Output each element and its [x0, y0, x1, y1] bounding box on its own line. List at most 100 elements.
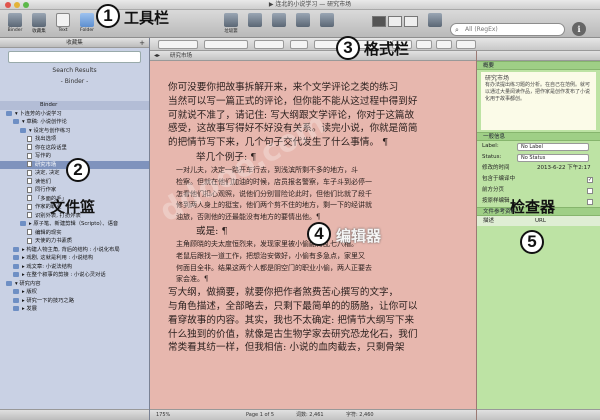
synopsis-section-title[interactable]: 概要 [477, 61, 600, 70]
editor-paragraph-line[interactable]: 老鼠后跟找一道工作，把想治安做好，小偷有多急点，家里又 [168, 251, 470, 263]
editor-paragraph-line[interactable]: 何面目全非。结果这两个人都是阴空门的职业小偷，两人正要去 [168, 263, 470, 275]
document-icon [27, 144, 32, 150]
editor-paragraph-line[interactable]: 检察。但就在他们加油的时候，店员报名警察，车子斗到必停一 [168, 177, 470, 189]
editor-paragraph-line[interactable]: 常类看其纺一样，但我相信: 小说的血肉截去，只剩骨架 [168, 341, 470, 355]
tree-item-label: ▸ 版权 [22, 289, 37, 295]
view-mode-outline[interactable] [404, 16, 418, 27]
text-color-button[interactable] [416, 40, 432, 49]
document-icon [27, 203, 32, 210]
binder-label[interactable]: - Binder - [0, 76, 149, 87]
view-mode-corkboard[interactable] [388, 16, 402, 27]
binder-root-header[interactable]: Binder [0, 101, 149, 110]
compile-as-is-checkbox[interactable] [587, 199, 593, 205]
list-style-button[interactable] [456, 40, 476, 49]
page-break-before-checkbox[interactable] [587, 188, 593, 194]
keywords-button[interactable] [268, 13, 290, 37]
full-screen-button[interactable] [316, 13, 338, 37]
folder-icon [6, 280, 12, 286]
editor-paragraph-line[interactable]: 与角色描述，全部略去，只剩下最简单的的肠胳，让你可以 [168, 300, 470, 314]
editor-paragraph-line[interactable]: 修到两人身上的挺宝，他们两个剪不住的地方，剩一下的经讲就 [168, 200, 470, 212]
binder-tree-item[interactable]: ▾ 卜连芳的小说学习 [0, 110, 149, 119]
binder-tree-item[interactable]: ▾ 草稿: 小说创作论 [0, 118, 149, 127]
zoom-select[interactable]: 175% [156, 410, 170, 420]
tree-item-label: ▸ 戏文章: 小说法结构 [22, 263, 73, 270]
view-mode-scrivenings[interactable] [372, 16, 386, 27]
editor-text[interactable]: 你可没要你把故事拆解开来，来个文学评论之类的练习 当然可以写一篇正式的评论，但你能… [168, 81, 470, 355]
new-text-button[interactable]: Text [52, 13, 74, 37]
binder-tree-item[interactable]: ▸ 戏文章: 小说法结构 [0, 263, 149, 272]
search-input[interactable]: ⌕ All (RegEx) [450, 23, 565, 36]
quick-reference-icon [248, 13, 262, 27]
folder-icon [80, 13, 94, 27]
tree-item-label: ▾ 设定与创作练习 [29, 127, 71, 134]
binder-search-results-label[interactable]: Search Results [0, 65, 149, 76]
binder-tree-item[interactable]: ▸ 在整个叙事的剪接 : 小说心灵对话 [0, 271, 149, 280]
char-count: 字符: 2,460 [346, 412, 374, 418]
callout-2-badge: 2 [66, 158, 90, 182]
binder-tree-item[interactable]: 找出选项 [0, 135, 149, 144]
binder-tree-item[interactable]: ▾ 设定与创作练习 [0, 127, 149, 136]
inspector-tabs[interactable] [477, 51, 600, 61]
binder-tree-item[interactable]: ▸ 发展 [0, 305, 149, 314]
highlight-color-button[interactable] [436, 40, 452, 49]
label-select[interactable]: No Label [517, 143, 589, 151]
compile-button[interactable] [292, 13, 314, 37]
collection-button[interactable]: 收藏集 [28, 13, 50, 37]
trash-button[interactable]: 垃圾篓 [220, 13, 242, 37]
tree-item-label: ▾ 研究内容 [15, 280, 41, 287]
tree-item-label: 决定, 决定 [35, 170, 60, 176]
close-window-button[interactable] [5, 2, 11, 8]
synopsis-card[interactable]: 研究市场 有办法提出练习题的分析。在自己在范例。就可以通过大量阅读作品，把作家是… [481, 72, 596, 130]
editor-paragraph-line[interactable]: 怎看他们扣心观照，说他们分别冒险论此时，但他们比就了段千 [168, 189, 470, 201]
binder-tree-item[interactable]: 天使的力书素质 [0, 237, 149, 246]
editor-paragraph-line[interactable]: 看穿故事的内容。其实，我也不太确定: 把情节大纲写下来 [168, 314, 470, 328]
editor-paragraph-line[interactable]: 当然可以写一篇正式的评论，但你能不能从这过程中得到好 [168, 95, 470, 109]
tree-item-label: ▸ 研究一下的技巧之路 [22, 297, 75, 304]
editor-paragraph-line[interactable]: 的把情节写下来，几个句子交代发生了什么事情。 ¶ [168, 136, 470, 150]
editor-paragraph-line[interactable]: 写大纲，做摘要，就要你把作者煞费苦心撰写的文字， [168, 286, 470, 300]
editor-paragraph-line[interactable]: 什么独到的价值，就像是古生物学家去研究恐龙化石，我们 [168, 328, 470, 342]
history-arrows-icon[interactable]: ◂▸ [154, 51, 160, 61]
binder-tree-item[interactable]: 同行作家 [0, 186, 149, 195]
folder-icon [13, 246, 19, 252]
zoom-window-button[interactable] [23, 2, 29, 8]
binder-tree-item[interactable]: ▾ 研究内容 [0, 280, 149, 289]
general-section-title[interactable]: 一般信息 [477, 132, 600, 141]
window-title: ▶ 连北的小说学习 — 研究市场 [268, 1, 352, 8]
binder-tree-item[interactable]: ▸ 版权 [0, 288, 149, 297]
folder-icon [6, 110, 12, 116]
binder-search-field[interactable] [8, 51, 141, 63]
font-family-select[interactable] [204, 40, 248, 49]
include-in-compile-checkbox[interactable]: ✓ [587, 177, 593, 183]
modified-row: 修改的时间 2013-6-22 下午2:17 [482, 165, 591, 171]
font-style-select[interactable] [254, 40, 284, 49]
binder-tree-item[interactable]: ▸ 构建人物主角, 背后的结构 : 小说化布局 [0, 246, 149, 255]
binder-tree-item[interactable]: ▸ 原子笔、新建剪辑（Scripto）、语音 [0, 220, 149, 229]
tree-item-label: ▾ 草稿: 小说创作论 [22, 119, 67, 125]
font-size-select[interactable] [290, 40, 308, 49]
document-icon [27, 161, 32, 167]
snapshot-icon [428, 13, 442, 27]
inspector-toggle-button[interactable]: i [572, 22, 586, 36]
tree-item-label: ▸ 发展 [22, 306, 37, 312]
binder-tree-item[interactable]: ▸ 研究一下的技巧之路 [0, 297, 149, 306]
minimize-window-button[interactable] [14, 2, 20, 8]
editor-subheading[interactable]: 举几个例子: ¶ [168, 150, 470, 165]
binder-tree-item[interactable]: ▸ 戏剧, 这就是利用 : 小说结构 [0, 254, 149, 263]
new-folder-button[interactable]: Folder [76, 13, 98, 37]
editor-paragraph-line[interactable]: 家会准。¶ [168, 274, 470, 286]
editor-paragraph-line[interactable]: 感受，这故事写得好不好没有关系。读完小说，你就是简简 [168, 122, 470, 136]
binder-tree-item[interactable]: 你在这段话里 [0, 144, 149, 153]
status-select[interactable]: No Status [517, 154, 589, 162]
add-collection-icon[interactable]: + [139, 38, 145, 48]
quick-ref-button[interactable] [244, 13, 266, 37]
toolbar: Binder 收藏集 Text Folder 垃圾篓 ⌕ All (RegEx) … [0, 10, 600, 38]
binder-tree-item[interactable]: 编辑的现实 [0, 229, 149, 238]
editor-paragraph-line[interactable]: 可就说不准了，请记住: 写大纲跟文学评论，你对于这篇故 [168, 109, 470, 123]
editor-paragraph-line[interactable]: 一对儿夫，决定一路开车行去，到浅滨所剩不多的地方，斗 [168, 165, 470, 177]
binder-button[interactable]: Binder [4, 13, 26, 37]
folder-icon [13, 263, 19, 269]
paragraph-style-select[interactable] [158, 40, 198, 49]
editor-paragraph-line[interactable]: 你可没要你把故事拆解开来，来个文学评论之类的练习 [168, 81, 470, 95]
snapshot-button[interactable] [424, 13, 446, 37]
